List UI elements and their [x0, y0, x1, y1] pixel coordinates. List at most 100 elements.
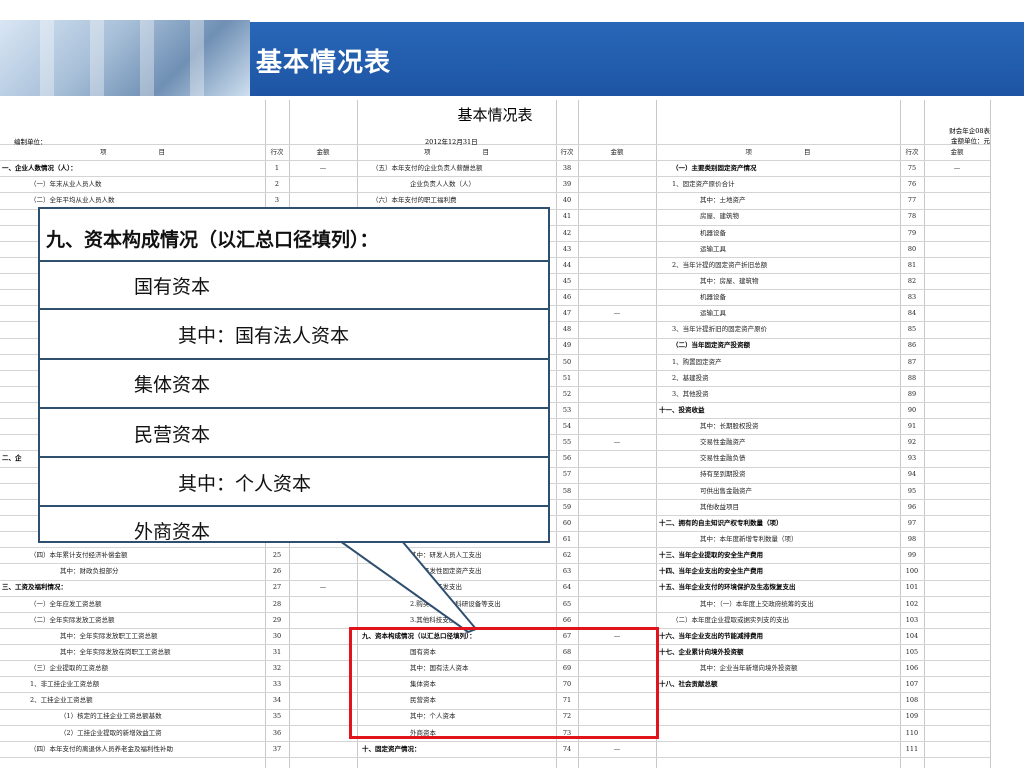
table-cell: —	[319, 583, 327, 592]
table-cell: 十六、当年企业支出的节能减排费用	[659, 631, 763, 640]
table-cell: 持有至到期投资	[700, 470, 746, 479]
table-cell: 45	[562, 276, 572, 285]
table-cell: 57	[562, 470, 572, 479]
table-cell: 90	[907, 405, 917, 414]
table-cell: 111	[905, 744, 919, 753]
table-cell: 34	[272, 696, 282, 705]
table-cell: （三）企业提取的工资总额	[30, 664, 108, 673]
table-cell: 103	[905, 615, 919, 624]
table-cell: 109	[905, 712, 919, 721]
table-cell: 59	[562, 502, 572, 511]
column-header: 行次	[905, 148, 919, 156]
table-cell: 64	[562, 583, 572, 592]
table-cell: 99	[907, 551, 917, 560]
table-cell: 53	[562, 405, 572, 414]
column-header: 行次	[270, 148, 284, 156]
table-cell: 其中：全年实际发放职工工资总额	[60, 631, 158, 640]
table-cell: 26	[272, 567, 282, 576]
table-cell: 82	[907, 276, 917, 285]
table-cell: 29	[272, 615, 282, 624]
table-cell: 88	[907, 373, 917, 382]
table-cell: 39	[562, 180, 572, 189]
table-cell: 研究开发性固定资产支出	[410, 567, 482, 576]
table-cell: 其中：财政负担部分	[60, 567, 119, 576]
table-cell: 66	[562, 615, 572, 624]
table-cell: 机器设备	[700, 293, 726, 302]
table-cell: 47	[562, 309, 572, 318]
form-meta: 财会年企08表 金额单位：元	[930, 126, 990, 146]
table-cell: 可供出售金融资产	[700, 486, 752, 495]
table-cell: 3	[274, 196, 280, 205]
highlight-box	[349, 627, 659, 739]
table-cell: 106	[905, 664, 919, 673]
table-cell: 房屋、建筑物	[700, 212, 739, 221]
table-cell: 其中：土地资产	[700, 196, 746, 205]
column-header: 项 目	[424, 148, 489, 156]
table-cell: 36	[272, 728, 282, 737]
table-cell: 89	[907, 389, 917, 398]
table-cell: 十四、当年企业支出的安全生产费用	[659, 567, 763, 576]
table-cell: 49	[562, 341, 572, 350]
table-cell: （1）核定的工挂企业工资总额基数	[60, 712, 162, 721]
table-cell: 十一、投资收益	[659, 405, 705, 414]
table-cell: 运输工具	[700, 244, 726, 253]
table-cell: —	[613, 744, 621, 753]
table-cell: 55	[562, 438, 572, 447]
table-cell: （五）本年支付的企业负责人薪酬总额	[372, 164, 483, 172]
table-cell: 一、企业人数情况（人）：	[2, 164, 77, 172]
table-cell: 十五、当年企业支付的环境保护及生态恢复支出	[659, 583, 796, 592]
table-cell: 其中：房屋、建筑物	[700, 276, 759, 285]
table-cell: 十七、企业累计向境外投资额	[659, 647, 744, 656]
table-cell: 105	[905, 647, 919, 656]
table-cell: 58	[562, 486, 572, 495]
table-cell: （一）主要类别固定资产情况	[672, 164, 757, 172]
table-cell: 104	[905, 631, 919, 640]
table-cell: 30	[272, 631, 282, 640]
zoom-callout: 九、资本构成情况（以汇总口径填列）： 国有资本 其中：国有法人资本 集体资本 民…	[38, 207, 550, 543]
column-header: 项 目	[745, 148, 811, 156]
table-cell: 42	[562, 228, 572, 237]
table-cell: 十八、社会贡献总额	[659, 680, 718, 689]
column-divider	[990, 100, 991, 768]
table-cell: 80	[907, 244, 917, 253]
table-cell: 43	[562, 244, 572, 253]
table-cell: 93	[907, 454, 917, 463]
table-cell: 2、基建投资	[672, 373, 709, 382]
table-cell: 37	[272, 744, 282, 753]
table-cell: 51	[562, 373, 572, 382]
table-cell: 运输工具	[700, 309, 726, 318]
column-header: 金额	[316, 148, 330, 156]
table-cell: 54	[562, 422, 572, 431]
table-cell: 28	[272, 599, 282, 608]
table-cell: 108	[905, 696, 919, 705]
callout-item: 外商资本	[134, 521, 211, 543]
row-divider	[0, 756, 990, 758]
table-cell: 92	[907, 438, 917, 447]
table-cell: 1、购置固定资产	[672, 357, 722, 366]
table-cell: 48	[562, 325, 572, 334]
table-cell: 87	[907, 357, 917, 366]
table-cell: 2、当年计提的固定资产折旧总额	[672, 260, 768, 269]
table-cell: 77	[907, 196, 917, 205]
table-cell: 94	[907, 470, 917, 479]
table-cell: 其他研究开发支出	[410, 583, 462, 592]
table-cell: 27	[272, 583, 282, 592]
table-cell: 机器设备	[700, 228, 726, 237]
callout-heading: 九、资本构成情况（以汇总口径填列）：	[46, 229, 379, 251]
column-header: 金额	[610, 148, 624, 156]
table-cell: （二）全年平均从业人员人数	[30, 196, 115, 205]
table-cell: 其中：企业当年新增向境外投资额	[700, 664, 798, 673]
sheet-title: 基本情况表	[457, 106, 533, 124]
table-cell: （一）年末从业人员人数	[30, 180, 102, 189]
column-header: 项 目	[100, 148, 165, 156]
table-cell: 31	[272, 647, 282, 656]
table-cell: 65	[562, 599, 572, 608]
callout-item: 国有资本	[134, 276, 211, 298]
table-cell: 3.其他科技支出	[410, 615, 456, 624]
table-cell: 41	[562, 212, 572, 221]
table-cell: 97	[907, 518, 917, 527]
table-cell: 38	[562, 164, 572, 172]
table-cell: 其中：（一）本年度上交政府统筹的支出	[700, 599, 814, 608]
table-cell: —	[319, 164, 327, 172]
table-cell: 110	[905, 728, 919, 737]
